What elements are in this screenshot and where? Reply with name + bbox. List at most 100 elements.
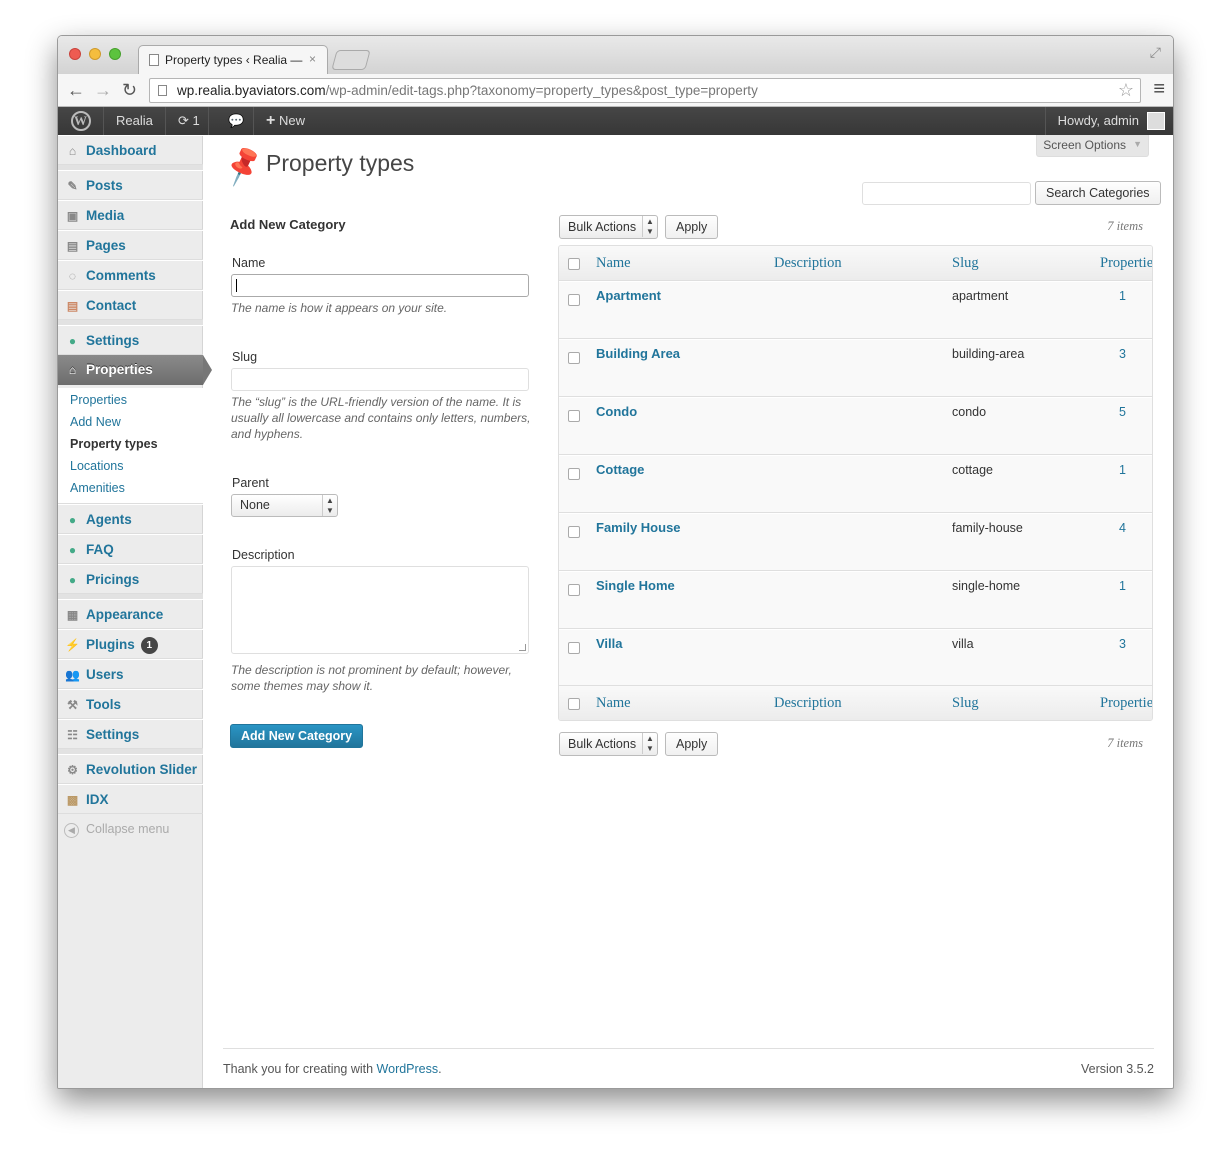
page-title: Property types (266, 150, 415, 176)
select-arrows-icon: ▲ ▼ (322, 495, 337, 516)
window-close-button[interactable] (69, 48, 81, 60)
sidebar-item-dashboard[interactable]: ⌂ Dashboard (58, 135, 203, 165)
row-checkbox[interactable] (568, 642, 580, 654)
tab-close-icon[interactable]: × (309, 52, 316, 66)
reload-icon[interactable]: ↻ (122, 80, 137, 101)
collapse-arrow-icon: ◀ (64, 823, 79, 838)
browser-menu-icon[interactable]: ≡ (1153, 78, 1165, 101)
apply-button-top[interactable]: Apply (665, 215, 719, 239)
bookmark-star-icon[interactable]: ☆ (1118, 80, 1134, 101)
add-new-category-button[interactable]: Add New Category (230, 724, 364, 748)
name-field[interactable] (231, 274, 529, 297)
account-menu[interactable]: Howdy, admin (1044, 107, 1173, 135)
column-slug[interactable]: Slug (952, 695, 979, 712)
comment-bubble-icon[interactable]: 💬 (220, 107, 254, 135)
term-name-link[interactable]: Family House (596, 520, 681, 535)
updates-link[interactable]: ⟳ 1 (170, 107, 209, 135)
address-bar[interactable]: wp.realia.byaviators.com/wp-admin/edit-t… (149, 78, 1141, 103)
collapse-menu-button[interactable]: ◀ Collapse menu (64, 822, 169, 838)
back-icon[interactable]: ← (67, 80, 85, 101)
bulk-actions-select-top[interactable]: Bulk Actions ▲ ▼ (559, 215, 658, 239)
sidebar-item-plugins[interactable]: ⚡ Plugins 1 (58, 629, 203, 659)
submenu-property-types[interactable]: Property types (70, 437, 158, 451)
browser-tab[interactable]: Property types ‹ Realia — V × (138, 45, 328, 74)
sidebar-item-agents[interactable]: ● Agents (58, 504, 203, 534)
sidebar-item-contact[interactable]: ▤ Contact (58, 290, 203, 320)
term-name-link[interactable]: Apartment (596, 288, 661, 303)
term-count-link[interactable]: 3 (1119, 347, 1126, 361)
row-checkbox[interactable] (568, 468, 580, 480)
term-count-link[interactable]: 1 (1119, 463, 1126, 477)
sidebar-item-posts[interactable]: ✎ Posts (58, 170, 203, 200)
window-minimize-button[interactable] (89, 48, 101, 60)
site-name-link[interactable]: Realia (104, 107, 166, 135)
select-all-checkbox[interactable] (568, 698, 580, 710)
row-checkbox[interactable] (568, 410, 580, 422)
description-textarea[interactable] (231, 566, 529, 654)
slug-field[interactable] (231, 368, 529, 391)
term-name-link[interactable]: Villa (596, 636, 623, 651)
term-count-link[interactable]: 3 (1119, 637, 1126, 651)
settings-icon: ● (68, 334, 77, 348)
new-tab-button[interactable] (331, 50, 371, 70)
sidebar-item-comments[interactable]: ◌ Comments (58, 260, 203, 290)
apply-button-bottom[interactable]: Apply (665, 732, 719, 756)
term-name-link[interactable]: Building Area (596, 346, 680, 361)
submenu-locations[interactable]: Locations (70, 459, 124, 473)
window-zoom-button[interactable] (109, 48, 121, 60)
bulk-actions-select-bottom[interactable]: Bulk Actions ▲ ▼ (559, 732, 658, 756)
screen-options-button[interactable]: Screen Options ▼ (1036, 135, 1149, 157)
url-text[interactable]: wp.realia.byaviators.com/wp-admin/edit-t… (177, 83, 758, 98)
sidebar-item-revolution-slider[interactable]: ⚙ Revolution Slider (58, 754, 203, 784)
fullscreen-icon[interactable]: ⤢ (1150, 44, 1161, 61)
row-checkbox[interactable] (568, 526, 580, 538)
sidebar-item-idx[interactable]: ▩ IDX (58, 784, 203, 814)
forward-icon[interactable]: → (94, 80, 112, 101)
row-checkbox[interactable] (568, 352, 580, 364)
term-count-link[interactable]: 1 (1119, 579, 1126, 593)
column-slug[interactable]: Slug (952, 255, 979, 272)
column-description[interactable]: Description (774, 695, 842, 712)
column-name[interactable]: Name (596, 255, 631, 272)
table-row: Cottage cottage 1 (559, 455, 1152, 513)
submenu-properties[interactable]: Properties (70, 393, 127, 407)
new-content-link[interactable]: + New (254, 107, 317, 135)
sidebar-item-pricings[interactable]: ● Pricings (58, 564, 203, 594)
term-name-link[interactable]: Condo (596, 404, 637, 419)
sidebar-item-pages[interactable]: ▤ Pages (58, 230, 203, 260)
sidebar-item-users[interactable]: 👥 Users (58, 659, 203, 689)
term-count-link[interactable]: 5 (1119, 405, 1126, 419)
sidebar-item-faq[interactable]: ● FAQ (58, 534, 203, 564)
row-checkbox[interactable] (568, 294, 580, 306)
search-categories-button[interactable]: Search Categories (1035, 181, 1161, 205)
submenu-add-new[interactable]: Add New (70, 415, 121, 429)
sidebar-item-settings[interactable]: ☷ Settings (58, 719, 203, 749)
row-checkbox[interactable] (568, 584, 580, 596)
parent-select[interactable]: None ▲ ▼ (231, 494, 338, 517)
select-all-checkbox[interactable] (568, 258, 580, 270)
sidebar-item-appearance[interactable]: ▦ Appearance (58, 599, 203, 629)
column-properties[interactable]: Properties (1100, 695, 1152, 712)
table-footer: Name Description Slug Properties (559, 685, 1152, 720)
sidebar-item-tools[interactable]: ⚒ Tools (58, 689, 203, 719)
term-name-link[interactable]: Cottage (596, 462, 644, 477)
term-count-link[interactable]: 4 (1119, 521, 1126, 535)
idx-icon: ▩ (66, 793, 79, 807)
sidebar-item-settings-top[interactable]: ● Settings (58, 325, 203, 355)
sidebar-item-properties[interactable]: ⌂ Properties (58, 355, 212, 385)
term-count-link[interactable]: 1 (1119, 289, 1126, 303)
wordpress-link[interactable]: WordPress (377, 1062, 439, 1076)
column-name[interactable]: Name (596, 695, 631, 712)
media-icon: ▣ (66, 209, 79, 223)
column-properties[interactable]: Properties (1100, 255, 1152, 272)
updates-count: 1 (192, 113, 200, 128)
search-input[interactable] (862, 182, 1031, 205)
term-name-link[interactable]: Single Home (596, 578, 675, 593)
sidebar-item-media[interactable]: ▣ Media (58, 200, 203, 230)
term-slug: building-area (952, 347, 1025, 361)
name-label: Name (232, 256, 266, 270)
submenu-amenities[interactable]: Amenities (70, 481, 125, 495)
slug-help: The “slug” is the URL-friendly version o… (231, 395, 531, 441)
wordpress-logo-icon[interactable]: W (58, 107, 104, 135)
column-description[interactable]: Description (774, 255, 842, 272)
